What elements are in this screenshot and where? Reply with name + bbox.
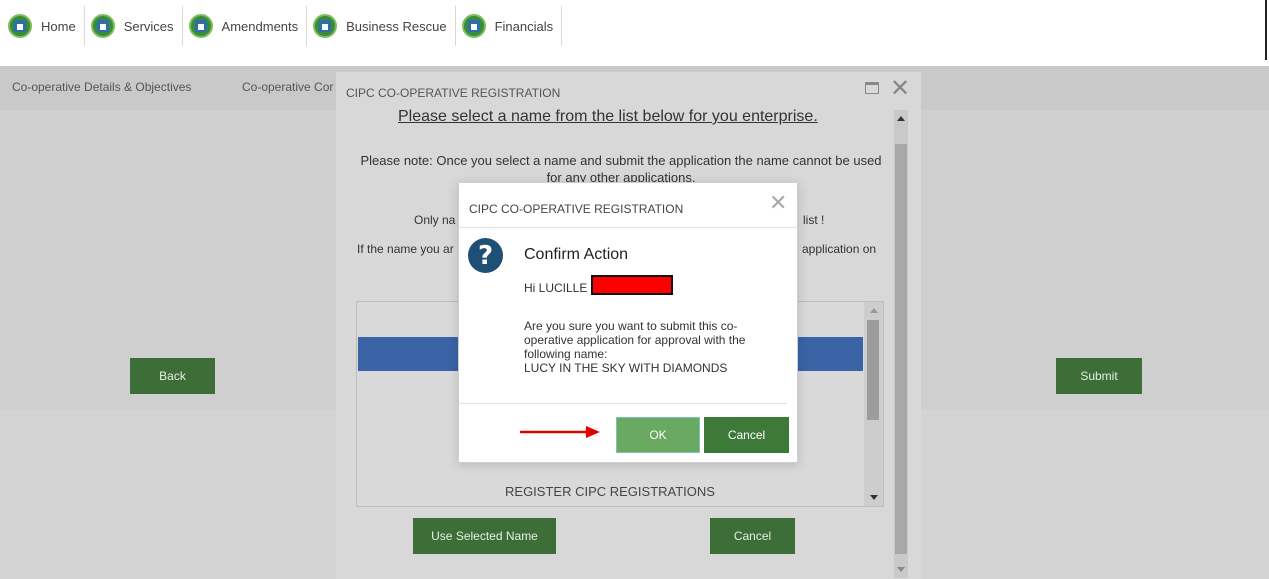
use-selected-name-button[interactable]: Use Selected Name: [413, 518, 556, 554]
scroll-thumb[interactable]: [895, 144, 907, 554]
note-line2-left: If the name you ar: [357, 242, 454, 256]
services-icon: [90, 14, 115, 38]
modal-note: Please note: Once you select a name and …: [360, 153, 882, 185]
close-icon[interactable]: ✕: [890, 74, 910, 103]
modal-heading: Please select a name from the list below…: [398, 108, 818, 125]
note-line-left: Only na: [414, 213, 456, 227]
nav-label-financials: Financials: [494, 18, 554, 34]
list-scroll-down-icon[interactable]: [870, 495, 878, 500]
note-line2-right: application on: [802, 242, 877, 256]
nav-label-business-rescue: Business Rescue: [346, 18, 447, 34]
list-item[interactable]: REGISTER CIPC REGISTRATIONS: [357, 484, 863, 499]
business-rescue-icon: [313, 14, 338, 38]
home-icon: [8, 14, 32, 38]
tab-cooperative-cor[interactable]: Co-operative Cor: [242, 80, 333, 94]
back-button[interactable]: Back: [130, 358, 215, 394]
nav-item-home[interactable]: Home: [8, 6, 85, 46]
confirm-dialog: CIPC CO-OPERATIVE REGISTRATION ✕ ? Confi…: [458, 182, 798, 463]
window-edge-divider: [1265, 0, 1267, 60]
list-scrollbar[interactable]: [864, 302, 883, 506]
question-icon: ?: [468, 238, 503, 273]
modal-cancel-button[interactable]: Cancel: [710, 518, 795, 554]
dialog-title: CIPC CO-OPERATIVE REGISTRATION: [469, 202, 684, 216]
annotation-arrow-icon: [520, 426, 600, 438]
dialog-cancel-button[interactable]: Cancel: [704, 417, 789, 453]
nav-item-amendments[interactable]: Amendments: [188, 6, 308, 46]
nav-item-business-rescue[interactable]: Business Rescue: [313, 6, 456, 46]
note-line-right: list !: [803, 213, 825, 227]
dialog-close-icon[interactable]: ✕: [769, 190, 787, 216]
modal-title: CIPC CO-OPERATIVE REGISTRATION: [346, 86, 561, 100]
scroll-up-icon[interactable]: [897, 116, 905, 121]
dialog-footer-divider: [459, 403, 787, 404]
nav-item-services[interactable]: Services: [90, 6, 183, 46]
dialog-divider: [459, 227, 797, 228]
submit-button[interactable]: Submit: [1056, 358, 1142, 394]
scroll-down-icon[interactable]: [897, 567, 905, 572]
redaction-box: [591, 275, 673, 295]
list-scroll-thumb[interactable]: [867, 320, 879, 420]
ok-button[interactable]: OK: [616, 417, 700, 453]
amendments-icon: [188, 14, 213, 38]
nav-item-financials[interactable]: Financials: [461, 6, 563, 46]
dialog-message: Are you sure you want to submit this co-…: [524, 319, 784, 375]
maximize-icon[interactable]: [865, 82, 879, 94]
dialog-selected-name: LUCY IN THE SKY WITH DIAMONDS: [524, 361, 728, 375]
top-navigation: Home Services Amendments Business Rescue…: [0, 0, 1269, 52]
nav-label-services: Services: [123, 18, 174, 34]
tab-cooperative-details[interactable]: Co-operative Details & Objectives: [12, 80, 191, 94]
modal-scrollbar[interactable]: [894, 110, 908, 578]
dialog-message-text: Are you sure you want to submit this co-…: [524, 319, 746, 361]
financials-icon: [461, 14, 486, 38]
dialog-heading: Confirm Action: [524, 246, 629, 263]
list-scroll-up-icon[interactable]: [870, 308, 878, 313]
nav-label-amendments: Amendments: [221, 18, 299, 34]
nav-label-home: Home: [41, 18, 76, 34]
